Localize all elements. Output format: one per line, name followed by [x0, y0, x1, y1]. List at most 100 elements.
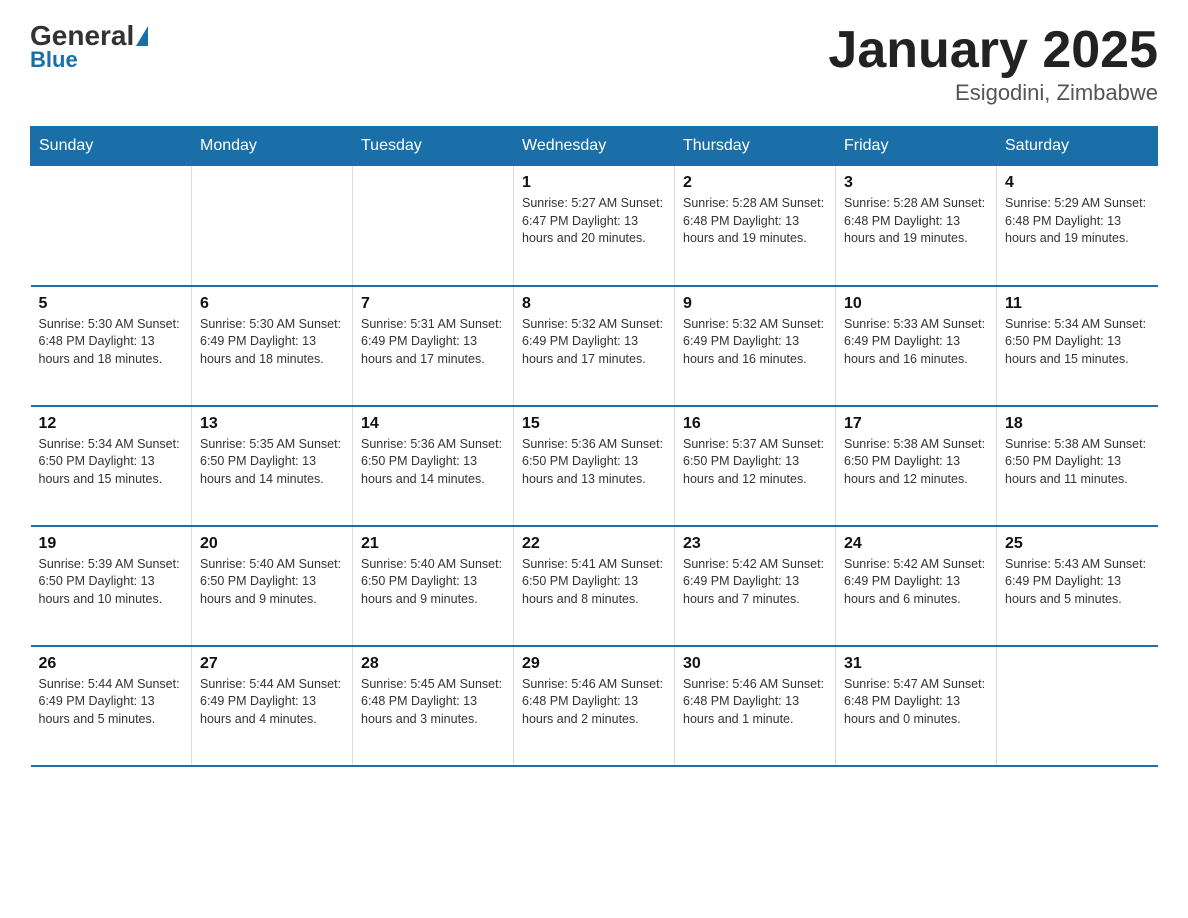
day-info: Sunrise: 5:46 AM Sunset: 6:48 PM Dayligh…	[522, 676, 666, 729]
calendar-cell: 22Sunrise: 5:41 AM Sunset: 6:50 PM Dayli…	[514, 526, 675, 646]
day-number: 25	[1005, 535, 1150, 553]
day-number: 15	[522, 415, 666, 433]
calendar-cell: 23 Sunrise: 5:42 AM Sunset: 6:49 PM Dayli…	[675, 526, 836, 646]
calendar-cell: 11 Sunrise: 5:34 AM Sunset: 6:50 PM Dayli…	[997, 286, 1158, 406]
day-info: Sunrise: 5:36 AM Sunset: 6:50 PM Dayligh…	[522, 436, 666, 489]
day-info: Sunrise: 5:42 AM Sunset: 6:49 PM Dayligh…	[844, 556, 988, 609]
day-info: Sunrise: 5:42 AM Sunset: 6:49 PM Dayligh…	[683, 556, 827, 609]
calendar-week-5: 26 Sunrise: 5:44 AM Sunset: 6:49 PM Dayli…	[31, 646, 1158, 766]
calendar-table: SundayMondayTuesdayWednesdayThursdayFrid…	[30, 126, 1158, 767]
day-info: Sunrise: 5:40 AM Sunset: 6:50 PM Dayligh…	[361, 556, 505, 609]
calendar-cell: 12 Sunrise: 5:34 AM Sunset: 6:50 PM Dayli…	[31, 406, 192, 526]
month-title: January 2025	[828, 20, 1158, 80]
day-number: 4	[1005, 174, 1150, 192]
day-number: 19	[39, 535, 184, 553]
day-number: 12	[39, 415, 184, 433]
day-info: Sunrise: 5:35 AM Sunset: 6:50 PM Dayligh…	[200, 436, 344, 489]
day-number: 6	[200, 295, 344, 313]
day-info: Sunrise: 5:37 AM Sunset: 6:50 PM Dayligh…	[683, 436, 827, 489]
day-info: Sunrise: 5:30 AM Sunset: 6:49 PM Dayligh…	[200, 316, 344, 369]
day-info: Sunrise: 5:34 AM Sunset: 6:50 PM Dayligh…	[39, 436, 184, 489]
day-info: Sunrise: 5:28 AM Sunset: 6:48 PM Dayligh…	[844, 195, 988, 248]
calendar-cell: 4Sunrise: 5:29 AM Sunset: 6:48 PM Daylig…	[997, 166, 1158, 286]
day-number: 5	[39, 295, 184, 313]
day-info: Sunrise: 5:45 AM Sunset: 6:48 PM Dayligh…	[361, 676, 505, 729]
calendar-cell: 1 Sunrise: 5:27 AM Sunset: 6:47 PM Daylig…	[514, 166, 675, 286]
day-number: 1	[522, 174, 666, 192]
calendar-cell: 21 Sunrise: 5:40 AM Sunset: 6:50 PM Dayli…	[353, 526, 514, 646]
day-number: 13	[200, 415, 344, 433]
calendar-cell: 24 Sunrise: 5:42 AM Sunset: 6:49 PM Dayli…	[836, 526, 997, 646]
day-info: Sunrise: 5:46 AM Sunset: 6:48 PM Dayligh…	[683, 676, 827, 729]
day-info: Sunrise: 5:44 AM Sunset: 6:49 PM Dayligh…	[39, 676, 184, 729]
day-info: Sunrise: 5:30 AM Sunset: 6:48 PM Dayligh…	[39, 316, 184, 369]
calendar-week-4: 19Sunrise: 5:39 AM Sunset: 6:50 PM Dayli…	[31, 526, 1158, 646]
header-thursday: Thursday	[675, 127, 836, 166]
calendar-cell: 30 Sunrise: 5:46 AM Sunset: 6:48 PM Dayli…	[675, 646, 836, 766]
calendar-cell: 8 Sunrise: 5:32 AM Sunset: 6:49 PM Daylig…	[514, 286, 675, 406]
calendar-cell: 2 Sunrise: 5:28 AM Sunset: 6:48 PM Daylig…	[675, 166, 836, 286]
calendar-cell: 27Sunrise: 5:44 AM Sunset: 6:49 PM Dayli…	[192, 646, 353, 766]
day-number: 17	[844, 415, 988, 433]
calendar-cell: 6 Sunrise: 5:30 AM Sunset: 6:49 PM Daylig…	[192, 286, 353, 406]
day-number: 23	[683, 535, 827, 553]
day-info: Sunrise: 5:38 AM Sunset: 6:50 PM Dayligh…	[1005, 436, 1150, 489]
calendar-cell: 13 Sunrise: 5:35 AM Sunset: 6:50 PM Dayli…	[192, 406, 353, 526]
header-wednesday: Wednesday	[514, 127, 675, 166]
day-number: 30	[683, 655, 827, 673]
day-info: Sunrise: 5:28 AM Sunset: 6:48 PM Dayligh…	[683, 195, 827, 248]
header-monday: Monday	[192, 127, 353, 166]
day-number: 27	[200, 655, 344, 673]
calendar-cell	[353, 166, 514, 286]
day-number: 24	[844, 535, 988, 553]
day-number: 2	[683, 174, 827, 192]
header-saturday: Saturday	[997, 127, 1158, 166]
day-number: 8	[522, 295, 666, 313]
calendar-cell: 10 Sunrise: 5:33 AM Sunset: 6:49 PM Dayli…	[836, 286, 997, 406]
day-info: Sunrise: 5:38 AM Sunset: 6:50 PM Dayligh…	[844, 436, 988, 489]
day-info: Sunrise: 5:40 AM Sunset: 6:50 PM Dayligh…	[200, 556, 344, 609]
calendar-cell	[997, 646, 1158, 766]
calendar-cell: 17 Sunrise: 5:38 AM Sunset: 6:50 PM Dayli…	[836, 406, 997, 526]
day-number: 31	[844, 655, 988, 673]
day-info: Sunrise: 5:32 AM Sunset: 6:49 PM Dayligh…	[522, 316, 666, 369]
day-number: 16	[683, 415, 827, 433]
day-number: 21	[361, 535, 505, 553]
day-info: Sunrise: 5:47 AM Sunset: 6:48 PM Dayligh…	[844, 676, 988, 729]
day-number: 20	[200, 535, 344, 553]
day-info: Sunrise: 5:34 AM Sunset: 6:50 PM Dayligh…	[1005, 316, 1150, 369]
day-number: 9	[683, 295, 827, 313]
calendar-cell: 5 Sunrise: 5:30 AM Sunset: 6:48 PM Daylig…	[31, 286, 192, 406]
calendar-cell: 16 Sunrise: 5:37 AM Sunset: 6:50 PM Dayli…	[675, 406, 836, 526]
calendar-cell: 7Sunrise: 5:31 AM Sunset: 6:49 PM Daylig…	[353, 286, 514, 406]
page-header: General Blue January 2025 Esigodini, Zim…	[30, 20, 1158, 106]
day-number: 10	[844, 295, 988, 313]
day-info: Sunrise: 5:43 AM Sunset: 6:49 PM Dayligh…	[1005, 556, 1150, 609]
calendar-cell: 20 Sunrise: 5:40 AM Sunset: 6:50 PM Dayli…	[192, 526, 353, 646]
logo-blue-text: Blue	[30, 47, 78, 73]
calendar-cell: 31 Sunrise: 5:47 AM Sunset: 6:48 PM Dayli…	[836, 646, 997, 766]
location: Esigodini, Zimbabwe	[828, 80, 1158, 106]
calendar-cell: 14Sunrise: 5:36 AM Sunset: 6:50 PM Dayli…	[353, 406, 514, 526]
day-info: Sunrise: 5:31 AM Sunset: 6:49 PM Dayligh…	[361, 316, 505, 369]
calendar-cell: 3Sunrise: 5:28 AM Sunset: 6:48 PM Daylig…	[836, 166, 997, 286]
calendar-cell: 19Sunrise: 5:39 AM Sunset: 6:50 PM Dayli…	[31, 526, 192, 646]
header-friday: Friday	[836, 127, 997, 166]
day-info: Sunrise: 5:27 AM Sunset: 6:47 PM Dayligh…	[522, 195, 666, 248]
day-info: Sunrise: 5:41 AM Sunset: 6:50 PM Dayligh…	[522, 556, 666, 609]
day-info: Sunrise: 5:36 AM Sunset: 6:50 PM Dayligh…	[361, 436, 505, 489]
calendar-cell: 15 Sunrise: 5:36 AM Sunset: 6:50 PM Dayli…	[514, 406, 675, 526]
calendar-cell	[31, 166, 192, 286]
day-number: 29	[522, 655, 666, 673]
day-number: 26	[39, 655, 184, 673]
calendar-week-3: 12 Sunrise: 5:34 AM Sunset: 6:50 PM Dayli…	[31, 406, 1158, 526]
calendar-week-2: 5 Sunrise: 5:30 AM Sunset: 6:48 PM Daylig…	[31, 286, 1158, 406]
calendar-cell: 18 Sunrise: 5:38 AM Sunset: 6:50 PM Dayli…	[997, 406, 1158, 526]
day-number: 11	[1005, 295, 1150, 313]
calendar-cell: 28Sunrise: 5:45 AM Sunset: 6:48 PM Dayli…	[353, 646, 514, 766]
day-info: Sunrise: 5:33 AM Sunset: 6:49 PM Dayligh…	[844, 316, 988, 369]
calendar-cell: 9Sunrise: 5:32 AM Sunset: 6:49 PM Daylig…	[675, 286, 836, 406]
calendar-cell	[192, 166, 353, 286]
day-number: 18	[1005, 415, 1150, 433]
logo-triangle-icon	[136, 26, 148, 46]
